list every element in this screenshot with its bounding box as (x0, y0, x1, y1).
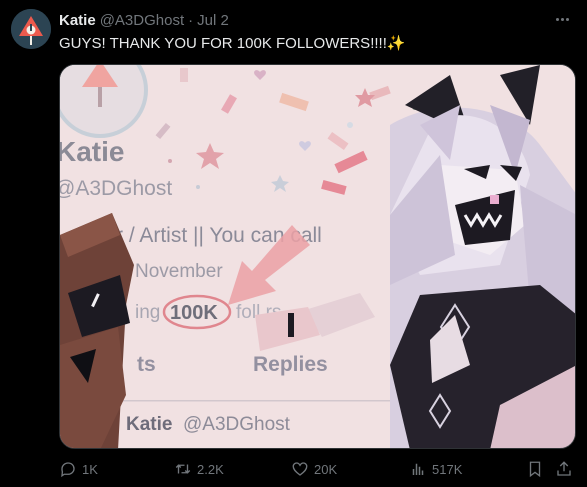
repost-count: 2.2K (197, 461, 224, 477)
author-name[interactable]: Katie (59, 12, 96, 29)
views-count: 517K (432, 461, 463, 477)
avatar-image (11, 9, 51, 49)
tweet-actions: 1K 2.2K 20K 517K (59, 456, 575, 482)
artwork-image: Katie @A3DGhost r / Artist || You can ca… (60, 65, 575, 448)
tweet-text: GUYS! THANK YOU FOR 100K FOLLOWERS!!!!✨ (59, 34, 406, 52)
profile-handle-text: @A3DGhost (60, 177, 172, 200)
tweet-header: Katie @A3DGhost · Jul 2 (59, 10, 229, 30)
more-dot-icon (560, 17, 564, 21)
tweet-date[interactable]: Jul 2 (197, 12, 229, 29)
like-button[interactable]: 20K (291, 456, 337, 482)
bottom-name-text: Katie (126, 414, 172, 435)
profile-tab-replies: Replies (253, 353, 328, 376)
tweet-text-body: GUYS! THANK YOU FOR 100K FOLLOWERS!!!! (59, 35, 387, 52)
more-dot-icon (555, 17, 559, 21)
views-button[interactable]: 517K (409, 456, 462, 482)
more-dot-icon (565, 17, 569, 21)
profile-follower-count: 100K (170, 302, 218, 324)
author-avatar[interactable] (11, 9, 51, 49)
repost-icon (175, 464, 191, 474)
views-chart-icon (412, 463, 424, 475)
share-button[interactable] (555, 456, 573, 482)
reply-count: 1K (82, 461, 98, 477)
heart-icon (292, 462, 308, 476)
profile-tab-posts: ts (137, 353, 156, 376)
tweet-media-image[interactable]: Katie @A3DGhost r / Artist || You can ca… (59, 64, 576, 449)
header-separator: · (188, 11, 194, 29)
profile-joined-text: November (135, 261, 223, 282)
reply-icon (61, 462, 75, 478)
tweet[interactable]: Katie @A3DGhost · Jul 2 GUYS! THANK YOU … (0, 0, 587, 487)
author-handle[interactable]: @A3DGhost (100, 12, 184, 29)
more-options-button[interactable] (551, 8, 573, 30)
like-count: 20K (314, 461, 338, 477)
profile-following-text: ing (135, 302, 160, 323)
repost-button[interactable]: 2.2K (174, 456, 224, 482)
reply-button[interactable]: 1K (59, 456, 98, 482)
bottom-handle-text: @A3DGhost (183, 414, 291, 435)
bookmark-icon (529, 461, 541, 478)
bookmark-button[interactable] (526, 456, 544, 482)
share-icon (557, 461, 571, 476)
sparkle-emoji: ✨ (386, 35, 406, 52)
profile-name-text: Katie (60, 136, 124, 167)
